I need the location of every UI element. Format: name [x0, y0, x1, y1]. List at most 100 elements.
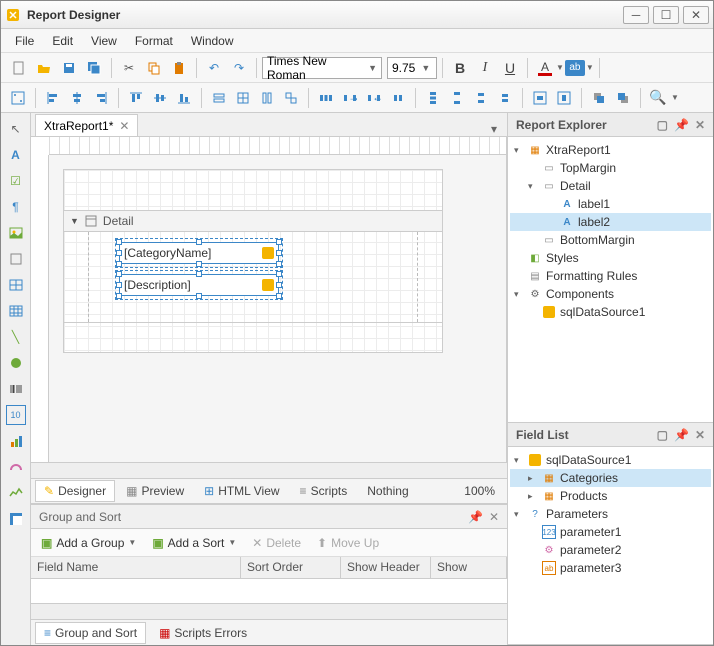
close-panel-icon[interactable]: ✕	[695, 428, 705, 442]
expander-icon[interactable]: ▾	[514, 509, 524, 520]
new-icon[interactable]	[7, 56, 31, 80]
tree-node-datasource[interactable]: sqlDataSource1	[510, 303, 711, 321]
bold-icon[interactable]: B	[448, 56, 472, 80]
richtext-tool-icon[interactable]: ¶	[6, 197, 26, 217]
detail-section-header[interactable]: ▼ Detail	[64, 210, 442, 232]
tree-node-rules[interactable]: ▤Formatting Rules	[510, 267, 711, 285]
field-categoryname[interactable]: [CategoryName]	[119, 242, 279, 264]
tab-overflow-icon[interactable]: ▾	[485, 122, 503, 136]
menu-view[interactable]: View	[83, 31, 125, 51]
zoom-icon[interactable]: 🔍	[647, 87, 669, 109]
bring-front-icon[interactable]	[588, 87, 610, 109]
label-tool-icon[interactable]: A	[6, 145, 26, 165]
tree-node-parameter3[interactable]: abparameter3	[510, 559, 711, 577]
highlight-icon[interactable]: ab	[565, 60, 585, 76]
report-page[interactable]: ▼ Detail [CategoryName]	[63, 169, 443, 353]
detail-section-body[interactable]: [CategoryName] [Description]	[88, 232, 418, 322]
tab-group-sort[interactable]: ≡Group and Sort	[35, 622, 146, 644]
align-middle-icon[interactable]	[149, 87, 171, 109]
table-tool-icon[interactable]	[6, 275, 26, 295]
pointer-tool-icon[interactable]: ↖	[6, 119, 26, 139]
paste-icon[interactable]	[167, 56, 191, 80]
align-left-icon[interactable]	[42, 87, 64, 109]
maximize-button[interactable]: ☐	[653, 6, 679, 24]
checkbox-tool-icon[interactable]: ☑	[6, 171, 26, 191]
save-icon[interactable]	[57, 56, 81, 80]
underline-icon[interactable]: U	[498, 56, 522, 80]
center-v-icon[interactable]	[553, 87, 575, 109]
vspace-dec-icon[interactable]	[470, 87, 492, 109]
save-all-icon[interactable]	[82, 56, 106, 80]
center-h-icon[interactable]	[529, 87, 551, 109]
tree-node-detail[interactable]: ▾▭Detail	[510, 177, 711, 195]
vertical-ruler[interactable]	[31, 155, 49, 462]
vspace-equal-icon[interactable]	[422, 87, 444, 109]
cell-tool-icon[interactable]	[6, 301, 26, 321]
vspace-inc-icon[interactable]	[446, 87, 468, 109]
send-back-icon[interactable]	[612, 87, 634, 109]
tree-node-parameters[interactable]: ▾?Parameters	[510, 505, 711, 523]
menu-window[interactable]: Window	[183, 31, 242, 51]
barcode-tool-icon[interactable]	[6, 379, 26, 399]
tree-node-label1[interactable]: Alabel1	[510, 195, 711, 213]
expander-icon[interactable]: ▾	[514, 145, 524, 156]
same-height-icon[interactable]	[256, 87, 278, 109]
gauge-tool-icon[interactable]	[6, 457, 26, 477]
chart-tool-icon[interactable]	[6, 431, 26, 451]
pin-icon[interactable]: 📌	[674, 118, 689, 132]
tab-nothing[interactable]: Nothing	[358, 480, 417, 502]
zip-tool-icon[interactable]: 10	[6, 405, 26, 425]
align-bottom-icon[interactable]	[173, 87, 195, 109]
tree-node-report[interactable]: ▾▦XtraReport1	[510, 141, 711, 159]
align-grid-icon[interactable]	[7, 87, 29, 109]
line-tool-icon[interactable]: ╲	[6, 327, 26, 347]
pivot-tool-icon[interactable]	[6, 509, 26, 529]
expander-icon[interactable]: ▾	[514, 289, 524, 300]
field-description[interactable]: [Description]	[119, 274, 279, 296]
shape-tool-icon[interactable]	[6, 353, 26, 373]
font-color-icon[interactable]: A	[533, 56, 557, 80]
tab-preview[interactable]: ▦Preview	[117, 480, 193, 502]
add-group-button[interactable]: ▣Add a Group▼	[37, 534, 140, 552]
tree-node-products[interactable]: ▸▦Products	[510, 487, 711, 505]
tree-node-parameter1[interactable]: 123parameter1	[510, 523, 711, 541]
tab-scripts-errors[interactable]: ▦Scripts Errors	[150, 622, 256, 644]
same-width-icon[interactable]	[208, 87, 230, 109]
window-icon[interactable]: ▢	[657, 118, 668, 132]
same-size-icon[interactable]	[280, 87, 302, 109]
redo-icon[interactable]: ↷	[227, 56, 251, 80]
align-right-icon[interactable]	[90, 87, 112, 109]
pin-icon[interactable]: 📌	[674, 428, 689, 442]
horizontal-scrollbar[interactable]	[31, 462, 507, 478]
close-panel-icon[interactable]: ✕	[489, 510, 499, 524]
minimize-button[interactable]: ─	[623, 6, 649, 24]
tab-html-view[interactable]: ⊞HTML View	[195, 480, 288, 502]
close-tab-icon[interactable]: ✕	[119, 119, 129, 133]
tree-node-categories[interactable]: ▸▦Categories	[510, 469, 711, 487]
sparkline-tool-icon[interactable]	[6, 483, 26, 503]
hspace-remove-icon[interactable]	[387, 87, 409, 109]
expander-icon[interactable]: ▾	[528, 181, 538, 192]
horizontal-ruler[interactable]	[49, 137, 506, 155]
group-sort-grid-body[interactable]	[31, 579, 507, 603]
copy-icon[interactable]	[142, 56, 166, 80]
menu-file[interactable]: File	[7, 31, 42, 51]
close-panel-icon[interactable]: ✕	[695, 118, 705, 132]
align-top-icon[interactable]	[125, 87, 147, 109]
hspace-dec-icon[interactable]: ←	[363, 87, 385, 109]
close-button[interactable]: ✕	[683, 6, 709, 24]
window-icon[interactable]: ▢	[657, 428, 668, 442]
tree-node-datasource[interactable]: ▾sqlDataSource1	[510, 451, 711, 469]
font-size-dropdown[interactable]: 9.75 ▼	[387, 57, 437, 79]
menu-format[interactable]: Format	[127, 31, 181, 51]
align-center-h-icon[interactable]	[66, 87, 88, 109]
expander-icon[interactable]: ▾	[514, 455, 524, 466]
group-sort-scrollbar[interactable]	[31, 603, 507, 619]
vspace-remove-icon[interactable]	[494, 87, 516, 109]
document-tab[interactable]: XtraReport1* ✕	[35, 114, 138, 136]
undo-icon[interactable]: ↶	[202, 56, 226, 80]
tree-node-components[interactable]: ▾⚙Components	[510, 285, 711, 303]
hspace-equal-icon[interactable]	[315, 87, 337, 109]
tab-designer[interactable]: ✎Designer	[35, 480, 115, 502]
zoom-level[interactable]: 100%	[456, 484, 503, 498]
